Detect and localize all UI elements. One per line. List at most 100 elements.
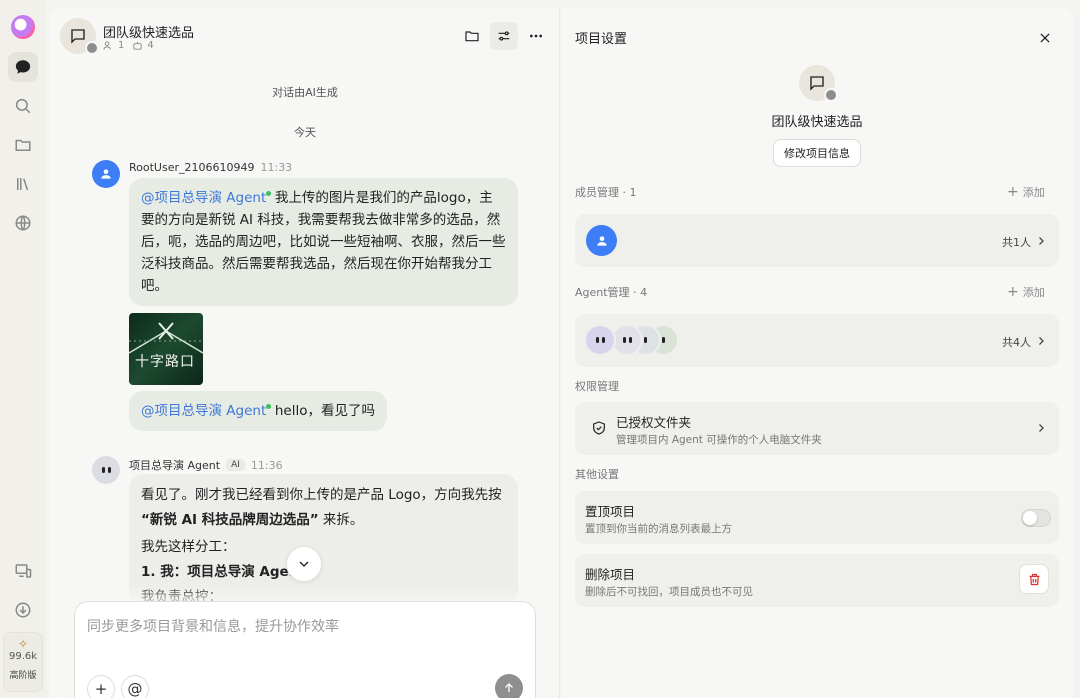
bot-face-icon [595, 337, 605, 343]
message-time: 11:36 [250, 458, 283, 472]
project-settings-panel: 项目设置 团队级快速选品 修改项目信息 成员管理 · 1 + 添加 共1人 Age… [561, 8, 1073, 698]
reply-line: “新锐 AI 科技品牌周边选品” 来拆。 [141, 508, 506, 533]
add-label: 添加 [1022, 286, 1045, 299]
settings-toggle-button[interactable] [490, 22, 518, 50]
library-icon[interactable] [8, 169, 38, 199]
message-text: hello，看见了吗 [274, 403, 375, 419]
arrow-up-icon [505, 683, 513, 693]
pin-subtitle: 置顶到你当前的消息列表最上方 [585, 523, 732, 535]
scroll-to-bottom-button[interactable] [286, 546, 322, 582]
members-card[interactable]: 共1人 [575, 214, 1059, 267]
delete-title: 删除项目 [585, 567, 636, 582]
agent-icon [133, 41, 142, 50]
add-member-button[interactable]: + 添加 [1007, 184, 1045, 200]
send-button[interactable] [495, 674, 523, 698]
message-square-icon [71, 29, 85, 44]
members-count: 1 [629, 186, 637, 199]
members-section-label: 成员管理 · 1 [575, 186, 637, 199]
chevron-down-icon [299, 561, 309, 567]
online-dot [266, 404, 272, 409]
more-button[interactable] [522, 22, 550, 50]
members-total: 共1人 [1002, 236, 1031, 249]
message-composer[interactable]: 同步更多项目背景和信息，提升协作效率 + @ [74, 601, 536, 698]
user-message-bubble: @项目总导演 Agent 我上传的图片是我们的产品logo，主要的方向是新锐 A… [129, 178, 518, 306]
globe-icon[interactable] [8, 208, 38, 238]
members-icon [103, 41, 111, 50]
delete-subtitle: 删除后不可找回，项目成员也不可见 [585, 586, 753, 598]
agent-avatar[interactable] [92, 456, 120, 484]
sender-name: 项目总导演 Agent [129, 459, 221, 472]
user-avatar[interactable] [92, 160, 120, 188]
edit-project-button[interactable]: 修改项目信息 [773, 139, 861, 167]
devices-icon[interactable] [8, 556, 38, 586]
pin-title: 置顶项目 [585, 504, 636, 519]
project-avatar[interactable] [799, 65, 838, 102]
app-logo-icon[interactable] [11, 15, 35, 39]
left-rail: ✧ 99.6k 高阶版 [0, 0, 46, 698]
members-label: 成员管理 [575, 186, 619, 199]
agent-reply-bubble: 看见了。刚才我已经看到你上传的是产品 Logo，方向我先按 “新锐 AI 科技品… [129, 474, 518, 604]
tier-label: 高阶版 [9, 671, 37, 681]
attach-button[interactable]: + [87, 675, 115, 698]
project-name: 团队级快速选品 [771, 115, 863, 130]
delete-project-card: 删除项目 删除后不可找回，项目成员也不可见 [575, 554, 1059, 607]
message-time: 11:33 [260, 161, 293, 174]
mention-text: @项目总导演 Agent [141, 190, 267, 206]
sender-name: RootUser_2106610949 [129, 161, 255, 174]
bot-face-icon [661, 337, 665, 343]
settings-title: 项目设置 [575, 32, 628, 47]
download-icon[interactable] [8, 595, 38, 625]
reply-line: 1. 我：项目总导演 Agent [141, 560, 506, 585]
authorized-folders-card[interactable]: 已授权文件夹 管理项目内 Agent 可操作的个人电脑文件夹 [575, 402, 1059, 455]
reply-line: 看见了。刚才我已经看到你上传的是产品 Logo，方向我先按 [141, 487, 502, 503]
folder-icon [465, 31, 479, 42]
user-icon [596, 235, 607, 246]
sparkle-icon: ✧ [17, 637, 29, 651]
sliders-icon [498, 31, 510, 41]
plus-icon: + [1007, 184, 1019, 200]
agent-avatar [584, 324, 616, 356]
plus-icon: + [94, 680, 108, 698]
authorized-folder-title: 已授权文件夹 [616, 415, 692, 430]
agents-count: 4 [640, 286, 648, 299]
close-icon [1040, 33, 1050, 43]
project-title: 团队级快速选品 [103, 26, 195, 41]
permissions-section-label: 权限管理 [575, 380, 619, 393]
agent-count: 4 [147, 40, 154, 51]
authorized-folder-subtitle: 管理项目内 Agent 可操作的个人电脑文件夹 [616, 434, 822, 446]
reply-line: 我先这样分工： [141, 539, 236, 555]
pin-project-card: 置顶项目 置顶到你当前的消息列表最上方 [575, 491, 1059, 544]
chevron-right-icon [1039, 337, 1044, 345]
user-message-bubble: @项目总导演 Agent hello，看见了吗 [129, 391, 387, 431]
group-badge-icon [824, 88, 838, 102]
logo-text: 十字路口 [135, 354, 195, 370]
chat-icon[interactable] [8, 52, 38, 82]
agent-mention[interactable]: @项目总导演 Agent [141, 403, 272, 419]
search-icon[interactable] [8, 91, 38, 121]
folder-icon[interactable] [8, 130, 38, 160]
project-avatar[interactable] [60, 18, 99, 55]
composer-placeholder[interactable]: 同步更多项目背景和信息，提升协作效率 [87, 616, 339, 636]
user-icon [101, 169, 111, 179]
project-meta: 1 4 [103, 40, 154, 51]
at-icon: @ [127, 680, 143, 698]
pin-toggle[interactable] [1021, 509, 1051, 527]
reply-bold: 1. 我：项目总导演 Agent [141, 564, 305, 580]
agents-card[interactable]: 共4人 [575, 314, 1059, 367]
close-button[interactable] [1035, 28, 1055, 48]
files-button[interactable] [458, 22, 486, 50]
shield-check-icon [593, 421, 605, 435]
mention-button[interactable]: @ [121, 675, 149, 698]
chat-header: 团队级快速选品 1 4 [50, 8, 559, 64]
agent-mention[interactable]: @项目总导演 Agent [141, 190, 272, 206]
add-agent-button[interactable]: + 添加 [1007, 284, 1045, 300]
agents-section-label: Agent管理 · 4 [575, 286, 648, 299]
trash-icon [1029, 573, 1039, 585]
uploaded-logo-image[interactable]: 十字路口 [129, 313, 203, 385]
delete-project-button[interactable] [1019, 564, 1049, 594]
plus-icon: + [1007, 284, 1019, 300]
chevron-right-icon [1039, 424, 1044, 432]
bot-face-icon [622, 337, 632, 343]
agents-label: Agent管理 [575, 286, 630, 299]
credits-badge[interactable]: ✧ 99.6k 高阶版 [3, 632, 43, 692]
